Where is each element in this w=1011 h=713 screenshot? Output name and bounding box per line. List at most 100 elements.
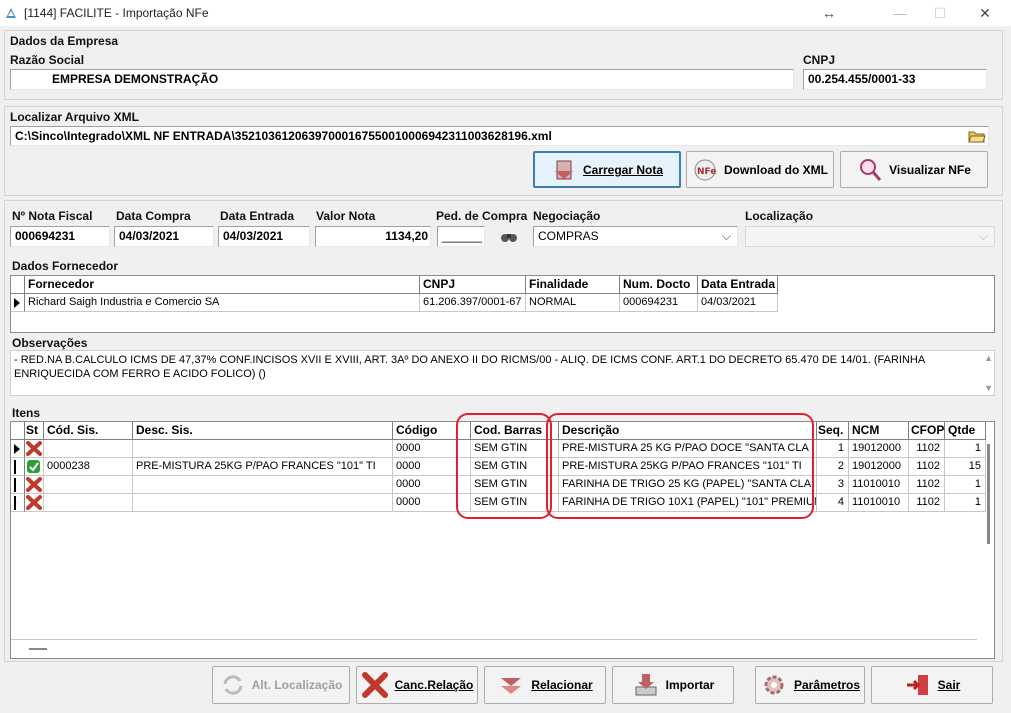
item-desc-sis-cell[interactable]: PRE-MISTURA 25KG P/PAO FRANCES "101" TI (133, 458, 393, 476)
pedido-compra-input[interactable]: ______ (437, 226, 485, 247)
load-note-icon (554, 160, 573, 179)
minimize-button[interactable]: — (880, 0, 920, 26)
chevron-down-icon: ⌵ (721, 229, 731, 243)
visualizar-nfe-button[interactable]: Visualizar NFe (840, 151, 988, 188)
column-header: Data Entrada (698, 276, 778, 294)
table-cell[interactable]: Richard Saigh Industria e Comercio SA (25, 294, 420, 312)
row-indicator (11, 476, 25, 494)
item-seq-cell[interactable]: 4 (817, 494, 849, 512)
app-logo-icon (6, 8, 16, 18)
xml-label: Localizar Arquivo XML (10, 110, 139, 124)
item-ncm-cell[interactable]: 19012000 (849, 458, 909, 476)
valor-nota-label: Valor Nota (316, 209, 376, 223)
importar-button[interactable]: Importar (612, 666, 734, 704)
localizacao-label: Localização (745, 209, 814, 223)
window-title: [1144] FACILITE - Importação NFe (24, 6, 209, 20)
download-xml-icon: NFe (694, 159, 716, 180)
column-header: Seq. (817, 422, 849, 440)
column-header: NCM (849, 422, 909, 440)
scroll-up-icon[interactable]: ▲ (984, 353, 993, 363)
vertical-scrollbar[interactable] (987, 444, 990, 544)
item-ncm-cell[interactable]: 11010010 (849, 494, 909, 512)
item-ncm-cell[interactable]: 11010010 (849, 476, 909, 494)
highlight-descricao (546, 413, 814, 519)
column-header: Desc. Sis. (133, 422, 393, 440)
maximize-button[interactable]: ☐ (920, 0, 960, 26)
item-cfop-cell[interactable]: 1102 (909, 440, 945, 458)
item-cod-sis-cell[interactable] (44, 440, 133, 458)
table-cell[interactable]: 61.206.397/0001-67 (420, 294, 526, 312)
localizacao-select[interactable]: ⌵ (745, 226, 995, 247)
item-cfop-cell[interactable]: 1102 (909, 494, 945, 512)
item-cod-sis-cell[interactable]: 0000238 (44, 458, 133, 476)
item-seq-cell[interactable]: 3 (817, 476, 849, 494)
row-indicator (11, 494, 25, 512)
item-desc-sis-cell[interactable] (133, 440, 393, 458)
item-ncm-cell[interactable]: 19012000 (849, 440, 909, 458)
item-cod-sis-cell[interactable] (44, 476, 133, 494)
observacoes-label: Observações (12, 336, 88, 350)
table-cell[interactable]: 000694231 (620, 294, 698, 312)
relate-icon (501, 678, 522, 694)
itens-label: Itens (12, 406, 41, 420)
importar-label: Importar (665, 678, 715, 692)
status-cell (25, 458, 44, 476)
observacoes-textarea[interactable]: - RED.NA B.CALCULO ICMS DE 47,37% CONF.I… (10, 350, 995, 396)
highlight-cod-barras (456, 413, 552, 519)
item-desc-sis-cell[interactable] (133, 494, 393, 512)
alt-localizacao-label: Alt. Localização (251, 678, 343, 692)
carregar-nota-button[interactable]: Carregar Nota (533, 151, 681, 188)
column-header: Cód. Sis. (44, 422, 133, 440)
nota-numero-field: 000694231 (10, 226, 110, 247)
column-header: St (25, 422, 44, 440)
item-cfop-cell[interactable]: 1102 (909, 476, 945, 494)
cnpj-label: CNPJ (803, 53, 836, 67)
column-header: Num. Docto (620, 276, 698, 294)
item-desc-sis-cell[interactable] (133, 476, 393, 494)
razao-social-label: Razão Social (10, 53, 85, 67)
canc-relacao-label: Canc.Relação (394, 678, 474, 692)
item-qtde-cell[interactable]: 1 (945, 440, 986, 458)
observacoes-text: - RED.NA B.CALCULO ICMS DE 47,37% CONF.I… (14, 354, 925, 380)
parametros-button[interactable]: Parâmetros (755, 666, 865, 704)
exit-door-icon (906, 675, 928, 695)
download-xml-label: Download do XML (724, 162, 828, 177)
close-button[interactable]: ✕ (965, 0, 1005, 26)
resize-icon[interactable]: ↔ (809, 0, 849, 26)
nota-numero-label: Nº Nota Fiscal (12, 209, 93, 223)
column-header: CFOP (909, 422, 945, 440)
sair-button[interactable]: Sair (871, 666, 993, 704)
fornecedor-grid: Fornecedor CNPJ Finalidade Num. Docto Da… (10, 275, 995, 333)
column-header: Finalidade (526, 276, 620, 294)
alt-localizacao-button[interactable]: Alt. Localização (212, 666, 350, 704)
item-qtde-cell[interactable]: 15 (945, 458, 986, 476)
razao-social-field: EMPRESA DEMONSTRAÇÃO (10, 69, 794, 90)
scroll-down-icon[interactable]: ▼ (984, 383, 993, 393)
canc-relacao-button[interactable]: Canc.Relação (356, 666, 478, 704)
open-folder-icon[interactable] (968, 128, 986, 144)
error-x-icon (26, 477, 42, 492)
magnifier-icon (860, 158, 882, 181)
negociacao-select[interactable]: COMPRAS ⌵ (533, 226, 738, 247)
item-seq-cell[interactable]: 1 (817, 440, 849, 458)
item-cfop-cell[interactable]: 1102 (909, 458, 945, 476)
table-cell[interactable]: 04/03/2021 (698, 294, 778, 312)
import-icon (635, 674, 657, 696)
binoculars-icon[interactable] (499, 228, 519, 246)
table-cell[interactable]: NORMAL (526, 294, 620, 312)
error-x-icon (26, 495, 42, 510)
relacionar-label: Relacionar (531, 678, 593, 692)
horizontal-scrollbar[interactable] (29, 648, 47, 650)
relacionar-button[interactable]: Relacionar (484, 666, 606, 704)
gear-icon (764, 675, 784, 695)
item-qtde-cell[interactable]: 1 (945, 494, 986, 512)
xml-path-input[interactable]: C:\Sinco\Integrado\XML NF ENTRADA\352103… (10, 126, 989, 146)
item-cod-sis-cell[interactable] (44, 494, 133, 512)
item-seq-cell[interactable]: 2 (817, 458, 849, 476)
download-xml-button[interactable]: NFe Download do XML (686, 151, 834, 188)
data-compra-label: Data Compra (116, 209, 191, 223)
item-qtde-cell[interactable]: 1 (945, 476, 986, 494)
carregar-nota-label: Carregar Nota (582, 162, 664, 177)
svg-text:NFe: NFe (697, 167, 716, 177)
row-indicator (11, 458, 25, 476)
